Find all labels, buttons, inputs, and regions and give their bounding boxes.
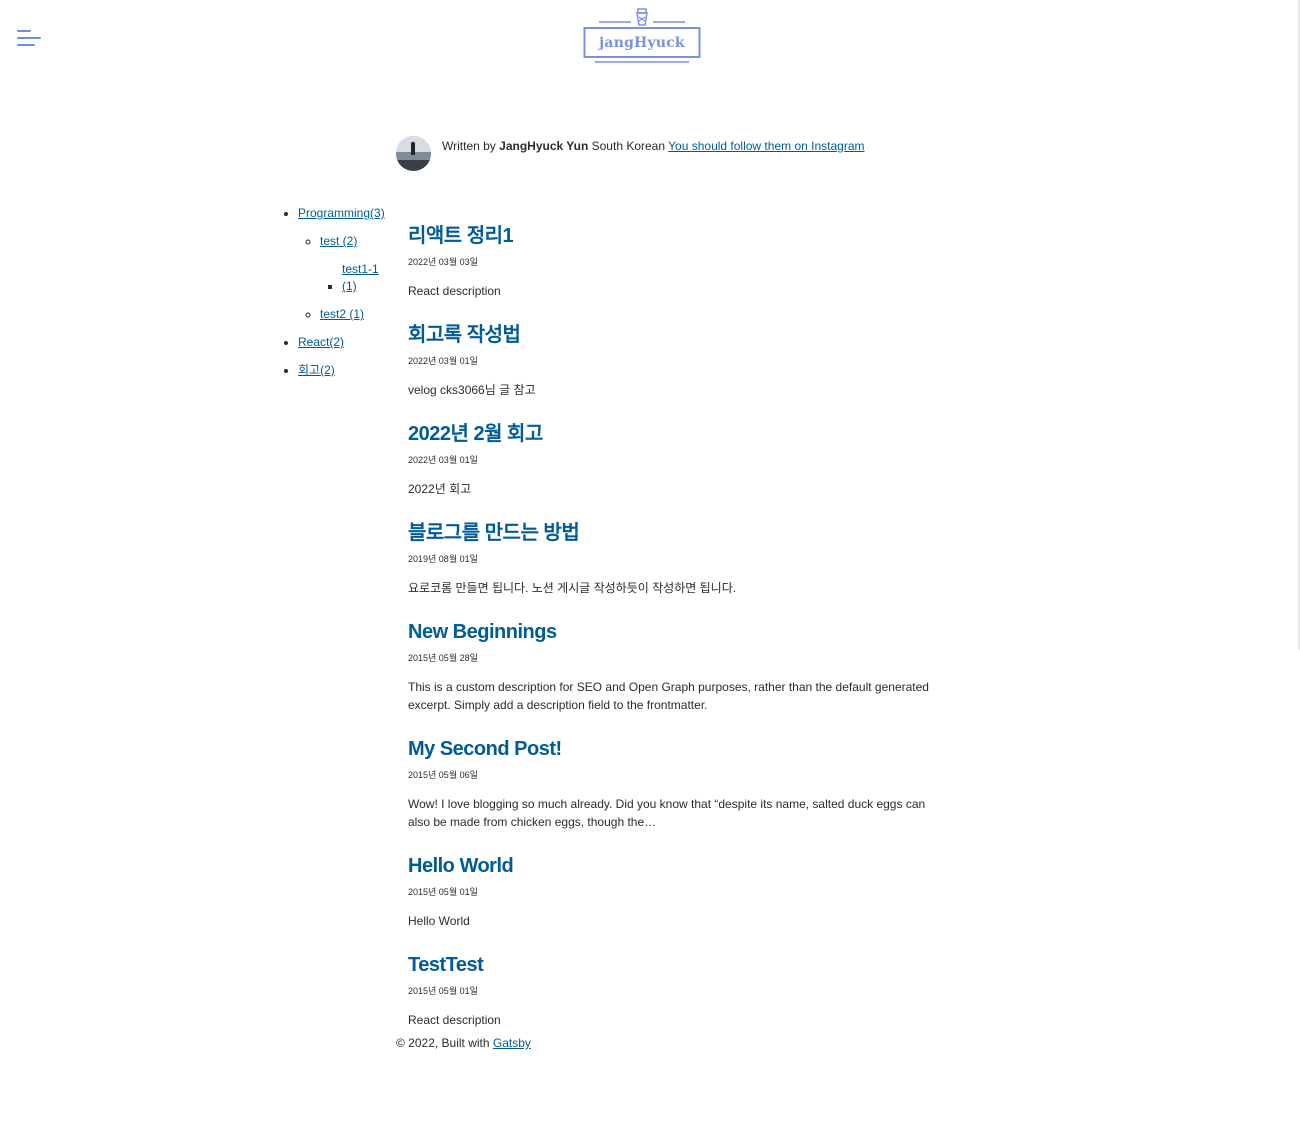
post-description: This is a custom description for SEO and…	[408, 680, 929, 712]
logo-text: jangHyuck	[599, 35, 685, 51]
post-title-link[interactable]: My Second Post!	[408, 738, 562, 760]
bio-text: Written by JangHyuck Yun South Korean Yo…	[442, 139, 864, 153]
post-date: 2019년 08월 01일	[408, 554, 478, 564]
post-date: 2022년 03월 03일	[408, 257, 478, 267]
post-title: TestTest	[408, 951, 948, 979]
post-list: 리액트 정리1 2022년 03월 03일 React description …	[408, 222, 948, 1029]
post-title: New Beginnings	[408, 618, 948, 646]
post-item: 회고록 작성법 2022년 03월 01일 velog cks3066님 글 참…	[408, 321, 948, 399]
post-title-link[interactable]: 블로그를 만드는 방법	[408, 522, 580, 544]
post-title: 블로그를 만드는 방법	[408, 519, 948, 547]
author-bio: Written by JangHyuck Yun South Korean Yo…	[396, 136, 864, 171]
category-item: test2 (1)	[320, 306, 396, 323]
footer: © 2022, Built with Gatsby	[396, 1036, 531, 1050]
post-title: My Second Post!	[408, 735, 948, 763]
post-title: 2022년 2월 회고	[408, 420, 948, 448]
post-title: 회고록 작성법	[408, 321, 948, 349]
post-title: 리액트 정리1	[408, 222, 948, 250]
post-item: New Beginnings 2015년 05월 28일 This is a c…	[408, 618, 948, 714]
post-item: My Second Post! 2015년 05월 06일 Wow! I lov…	[408, 735, 948, 831]
bio-prefix: Written by	[442, 139, 500, 153]
gatsby-link[interactable]: Gatsby	[493, 1036, 531, 1050]
post-description: Wow! I love blogging so much already. Di…	[408, 797, 926, 829]
post-description: 요로코롬 만들면 됩니다. 노션 게시글 작성하듯이 작성하면 됩니다.	[408, 581, 737, 595]
post-item: 2022년 2월 회고 2022년 03월 01일 2022년 회고	[408, 420, 948, 498]
post-description: React description	[408, 284, 501, 298]
post-item: TestTest 2015년 05월 01일 React description	[408, 951, 948, 1029]
post-title-link[interactable]: 2022년 2월 회고	[408, 423, 543, 445]
category-item: Programming(3) test (2) test1-1 (1) test…	[298, 205, 396, 323]
post-item: 리액트 정리1 2022년 03월 03일 React description	[408, 222, 948, 300]
category-sidebar: Programming(3) test (2) test1-1 (1) test…	[266, 205, 396, 390]
category-item: React(2)	[298, 334, 396, 351]
category-link-react[interactable]: React(2)	[298, 335, 344, 349]
post-description: Hello World	[408, 914, 470, 928]
post-title: Hello World	[408, 852, 948, 880]
profile-photo-icon	[396, 136, 431, 171]
instagram-link[interactable]: You should follow them on Instagram	[668, 139, 864, 153]
menu-button[interactable]	[17, 28, 45, 50]
post-title-link[interactable]: New Beginnings	[408, 621, 557, 643]
post-description: 2022년 회고	[408, 482, 472, 496]
category-link-test1-1[interactable]: test1-1 (1)	[342, 261, 382, 295]
post-date: 2015년 05월 28일	[408, 653, 478, 663]
post-title-link[interactable]: Hello World	[408, 855, 514, 877]
author-name: JangHyuck Yun	[499, 139, 589, 153]
post-title-link[interactable]: TestTest	[408, 954, 484, 976]
category-item: 회고(2)	[298, 362, 396, 379]
post-title-link[interactable]: 리액트 정리1	[408, 225, 514, 247]
footer-text: © 2022, Built with	[396, 1036, 493, 1050]
category-link-programming[interactable]: Programming(3)	[298, 206, 385, 220]
post-date: 2022년 03월 01일	[408, 455, 478, 465]
category-list: Programming(3) test (2) test1-1 (1) test…	[266, 205, 396, 379]
post-title-link[interactable]: 회고록 작성법	[408, 324, 521, 346]
category-link-test2[interactable]: test2 (1)	[320, 307, 364, 321]
subcategory-list: test1-1 (1)	[320, 261, 396, 295]
post-item: Hello World 2015년 05월 01일 Hello World	[408, 852, 948, 930]
subcategory-list: test (2) test1-1 (1) test2 (1)	[298, 233, 396, 323]
bio-middle: South Korean	[588, 139, 669, 153]
hamburger-menu-icon-line-bottom	[17, 44, 35, 46]
category-item: test1-1 (1)	[342, 261, 396, 295]
post-item: 블로그를 만드는 방법 2019년 08월 01일 요로코롬 만들면 됩니다. …	[408, 519, 948, 597]
post-date: 2015년 05월 06일	[408, 770, 478, 780]
post-description: React description	[408, 1013, 501, 1027]
category-link-retrospective[interactable]: 회고(2)	[298, 363, 335, 377]
category-item: test (2) test1-1 (1)	[320, 233, 396, 295]
hamburger-menu-icon-line-middle	[17, 37, 41, 39]
site-logo[interactable]: jangHyuck	[583, 7, 703, 69]
post-date: 2015년 05월 01일	[408, 986, 478, 996]
post-date: 2015년 05월 01일	[408, 887, 478, 897]
category-link-test[interactable]: test (2)	[320, 234, 357, 248]
avatar	[396, 136, 431, 171]
post-date: 2022년 03월 01일	[408, 356, 478, 366]
post-description: velog cks3066님 글 참고	[408, 383, 536, 397]
hamburger-menu-icon-line-top	[17, 30, 31, 32]
